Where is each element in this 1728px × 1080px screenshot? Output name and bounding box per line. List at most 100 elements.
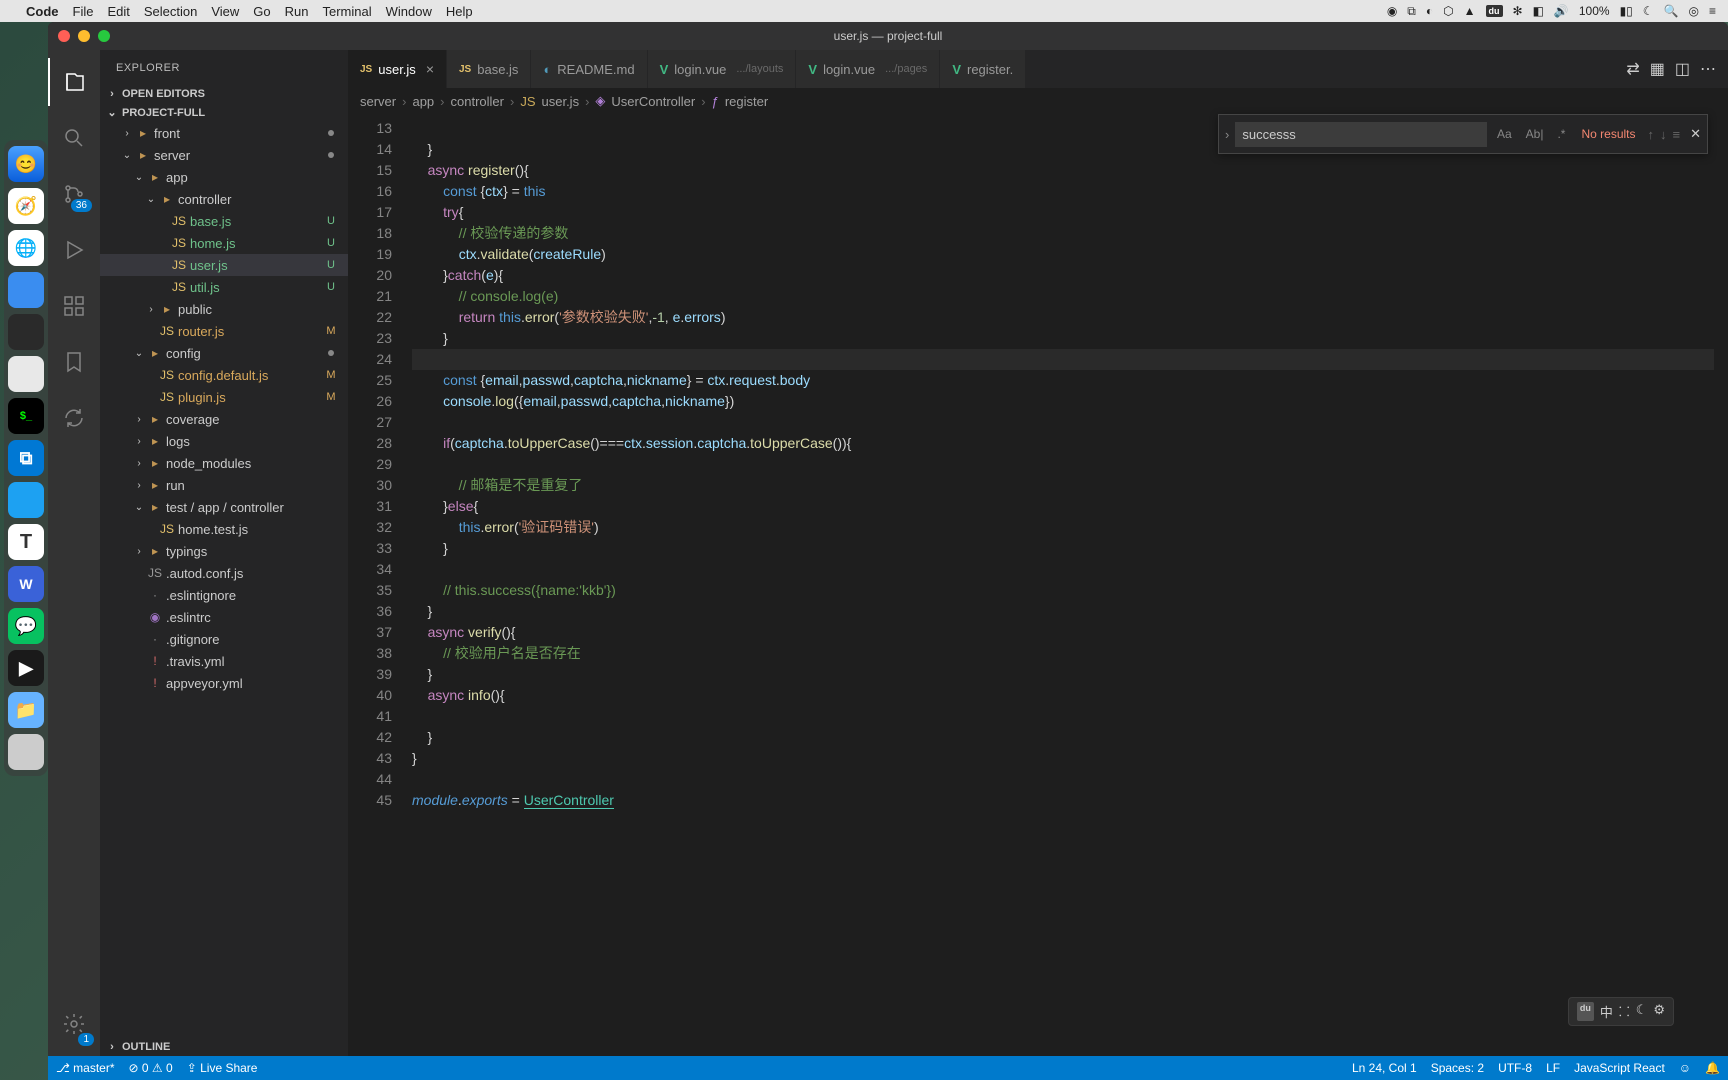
status-feedback-icon[interactable]: ☺	[1679, 1061, 1691, 1075]
status-icon[interactable]: ⬡	[1443, 4, 1453, 18]
bluetooth-icon[interactable]: ✻	[1513, 4, 1523, 18]
status-encoding[interactable]: UTF-8	[1498, 1061, 1532, 1075]
menubar-app-name[interactable]: Code	[26, 4, 59, 19]
file-row[interactable]: JSconfig.default.jsM	[100, 364, 348, 386]
spotlight-icon[interactable]: 🔍	[1664, 4, 1679, 18]
folder-row[interactable]: ⌄▸app	[100, 166, 348, 188]
folder-row[interactable]: ›▸node_modules	[100, 452, 348, 474]
status-icon[interactable]: ◉	[1387, 4, 1397, 18]
dock-app-play[interactable]: ▶	[8, 650, 44, 686]
menu-selection[interactable]: Selection	[144, 4, 197, 19]
dock-files[interactable]: 📁	[8, 692, 44, 728]
file-row[interactable]: ·.eslintignore	[100, 584, 348, 606]
project-section[interactable]: ⌄ PROJECT-FULL	[100, 103, 348, 122]
volume-icon[interactable]: 🔊	[1554, 4, 1569, 18]
regex-toggle[interactable]: .*	[1553, 125, 1569, 143]
activity-settings[interactable]: 1	[48, 1000, 100, 1048]
dock-app-blue2[interactable]	[8, 482, 44, 518]
status-indent[interactable]: Spaces: 2	[1431, 1061, 1484, 1075]
breadcrumb-item[interactable]: user.js	[542, 94, 580, 109]
breadcrumb-item[interactable]: app	[412, 94, 434, 109]
breadcrumb-item[interactable]: UserController	[611, 94, 695, 109]
menu-run[interactable]: Run	[285, 4, 309, 19]
moon-icon[interactable]: ☾	[1643, 4, 1654, 18]
editor-tab[interactable]: Vlogin.vue.../layouts	[648, 50, 797, 88]
activity-explorer[interactable]	[48, 58, 100, 106]
editor-tab[interactable]: JSbase.js	[447, 50, 531, 88]
control-center-icon[interactable]: ≡	[1709, 4, 1716, 18]
file-row[interactable]: JSuser.jsU	[100, 254, 348, 276]
whole-word-toggle[interactable]: Ab|	[1522, 125, 1548, 143]
folder-row[interactable]: ›▸coverage	[100, 408, 348, 430]
window-close-button[interactable]	[58, 30, 70, 42]
menu-terminal[interactable]: Terminal	[323, 4, 372, 19]
file-row[interactable]: JShome.jsU	[100, 232, 348, 254]
dock-safari[interactable]: 🧭	[8, 188, 44, 224]
toolbar-icon[interactable]: ⸬	[1619, 1002, 1630, 1021]
file-row[interactable]: JSplugin.jsM	[100, 386, 348, 408]
status-icon[interactable]: ▲	[1464, 4, 1476, 18]
folder-row[interactable]: ›▸logs	[100, 430, 348, 452]
editor-tab[interactable]: ◐README.md	[531, 50, 647, 88]
breadcrumb-item[interactable]: server	[360, 94, 396, 109]
battery-percent[interactable]: 100%	[1579, 4, 1610, 18]
editor-tab[interactable]: Vregister.	[940, 50, 1026, 88]
find-input[interactable]	[1235, 122, 1487, 147]
folder-row[interactable]: ›▸run	[100, 474, 348, 496]
menu-view[interactable]: View	[211, 4, 239, 19]
folder-row[interactable]: ⌄▸test / app / controller	[100, 496, 348, 518]
menu-edit[interactable]: Edit	[107, 4, 129, 19]
more-icon[interactable]: ⋯	[1700, 59, 1716, 79]
file-row[interactable]: JS.autod.conf.js	[100, 562, 348, 584]
dock-trash[interactable]: 🗑	[8, 734, 44, 770]
file-row[interactable]: !appveyor.yml	[100, 672, 348, 694]
status-icon[interactable]: du	[1486, 5, 1503, 17]
window-titlebar[interactable]: user.js — project-full	[48, 22, 1728, 50]
match-case-toggle[interactable]: Aa	[1493, 125, 1516, 143]
find-selection-icon[interactable]: ≡	[1673, 127, 1681, 142]
siri-icon[interactable]: ◎	[1689, 4, 1699, 18]
activity-sync[interactable]	[48, 394, 100, 442]
status-eol[interactable]: LF	[1546, 1061, 1560, 1075]
find-close-icon[interactable]: ✕	[1690, 126, 1701, 142]
dock-app-light[interactable]	[8, 356, 44, 392]
folder-row[interactable]: ⌄▸config	[100, 342, 348, 364]
status-problems[interactable]: ⊘ 0 ⚠ 0	[129, 1061, 173, 1075]
code-content[interactable]: } async register(){ const {ctx} = this t…	[412, 114, 1728, 1056]
folder-row[interactable]: ›▸front	[100, 122, 348, 144]
file-row[interactable]: !.travis.yml	[100, 650, 348, 672]
menu-go[interactable]: Go	[253, 4, 270, 19]
menu-window[interactable]: Window	[386, 4, 432, 19]
activity-search[interactable]	[48, 114, 100, 162]
breadcrumb-item[interactable]: register	[725, 94, 768, 109]
preview-icon[interactable]: ▦	[1650, 59, 1665, 79]
toolbar-icon[interactable]: ☾	[1636, 1002, 1648, 1021]
display-icon[interactable]: ◧	[1533, 4, 1544, 18]
tab-close-icon[interactable]: ×	[426, 61, 434, 77]
activity-bookmark[interactable]	[48, 338, 100, 386]
status-language[interactable]: JavaScript React	[1574, 1061, 1665, 1075]
code-editor[interactable]: 1314151617181920212223242526272829303132…	[348, 114, 1728, 1056]
toolbar-settings-icon[interactable]: ⚙	[1653, 1002, 1665, 1021]
dock-wps[interactable]: W	[8, 566, 44, 602]
activity-run-debug[interactable]	[48, 226, 100, 274]
dock-notes[interactable]: T	[8, 524, 44, 560]
window-maximize-button[interactable]	[98, 30, 110, 42]
open-editors-section[interactable]: › OPEN EDITORS	[100, 85, 348, 103]
dock-terminal[interactable]: $_	[8, 398, 44, 434]
status-cursor[interactable]: Ln 24, Col 1	[1352, 1061, 1417, 1075]
outline-section[interactable]: › OUTLINE	[100, 1038, 348, 1056]
file-row[interactable]: ·.gitignore	[100, 628, 348, 650]
dock-chrome[interactable]: 🌐	[8, 230, 44, 266]
file-row[interactable]: JSutil.jsU	[100, 276, 348, 298]
breadcrumbs[interactable]: server› app› controller› JS user.js› ◈ U…	[348, 88, 1728, 114]
dock-app-dark[interactable]	[8, 314, 44, 350]
status-branch[interactable]: ⎇ master*	[56, 1061, 115, 1075]
activity-source-control[interactable]: 36	[48, 170, 100, 218]
dock-wechat[interactable]: 💬	[8, 608, 44, 644]
minimap[interactable]	[1714, 114, 1728, 1056]
find-next-icon[interactable]: ↓	[1660, 127, 1667, 142]
activity-extensions[interactable]	[48, 282, 100, 330]
menu-file[interactable]: File	[73, 4, 94, 19]
status-icon[interactable]: ⧉	[1407, 4, 1416, 19]
